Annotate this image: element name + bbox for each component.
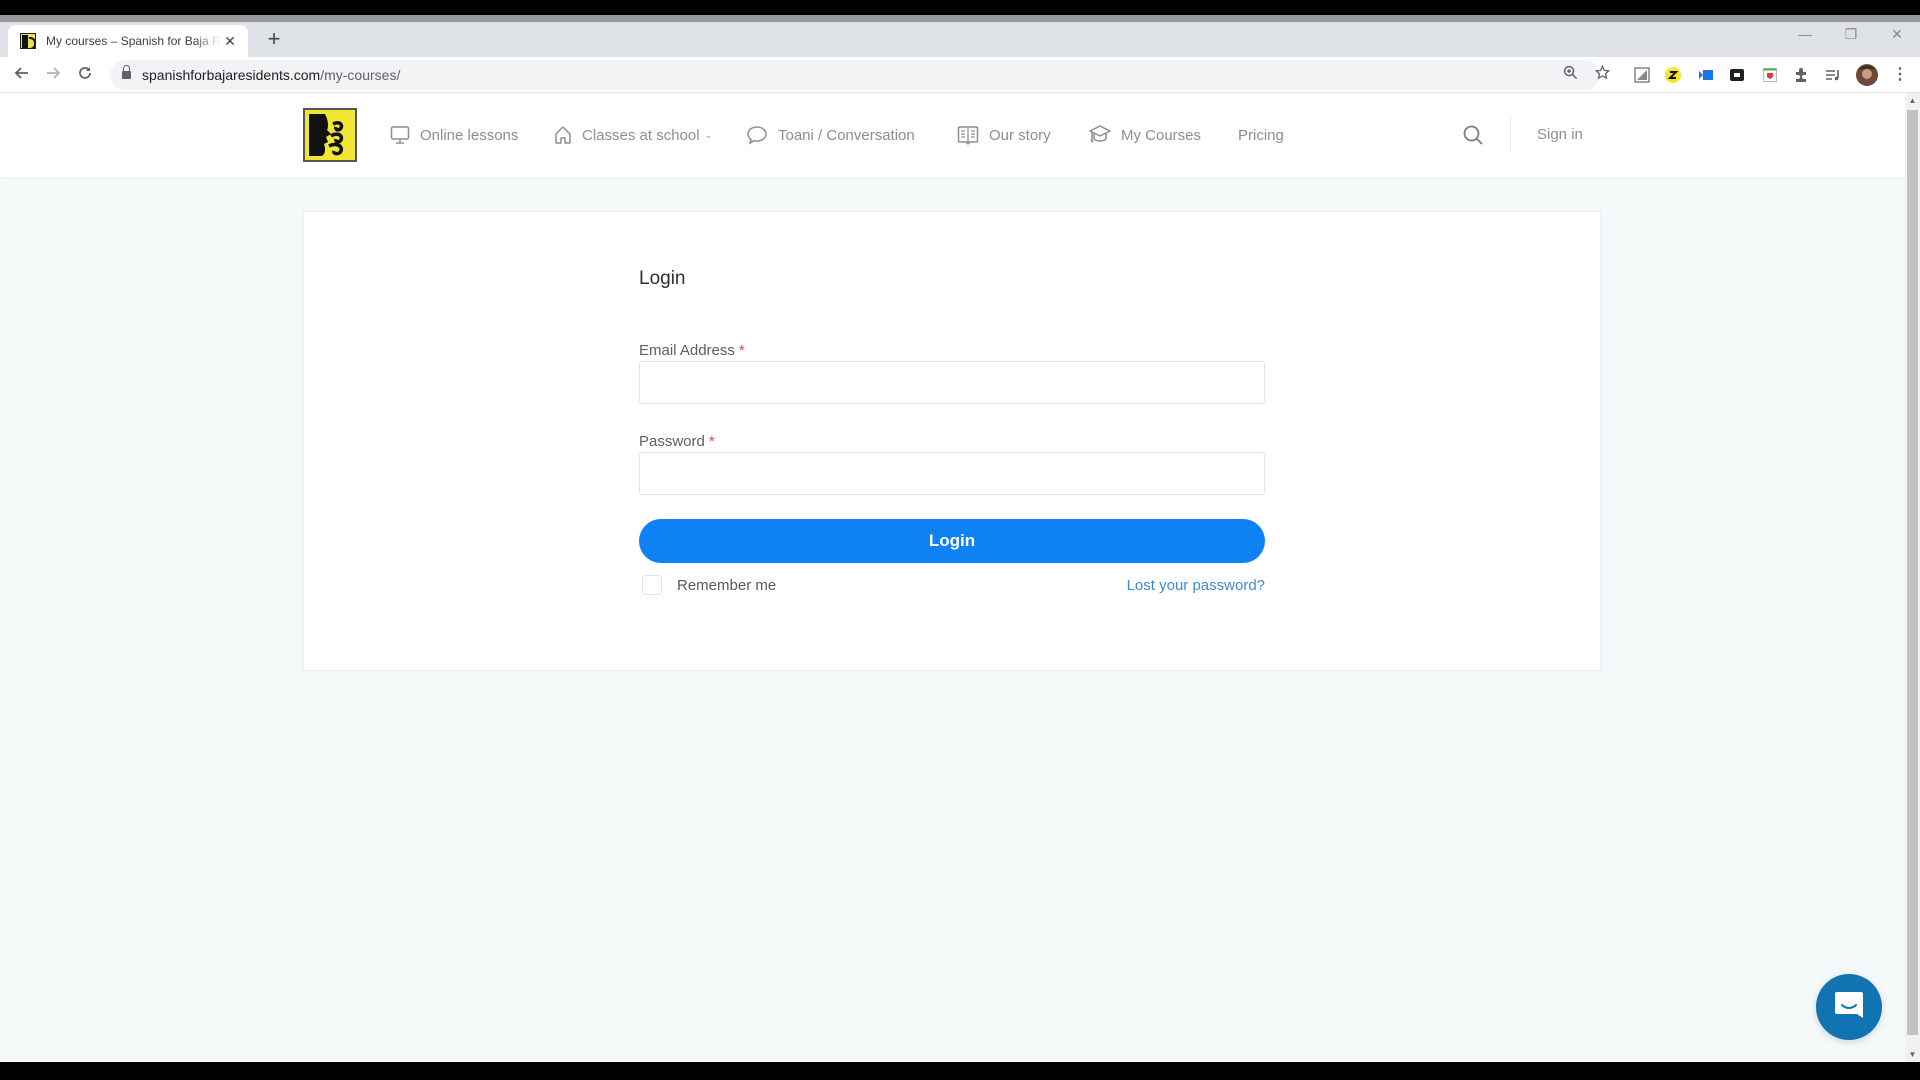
password-field[interactable] bbox=[639, 452, 1265, 495]
profile-avatar[interactable] bbox=[1856, 64, 1878, 86]
lock-icon bbox=[122, 65, 131, 79]
tab-strip: My courses – Spanish for Baja Residents … bbox=[0, 22, 1920, 57]
remember-me-label: Remember me bbox=[677, 576, 777, 594]
chat-bubble-icon bbox=[747, 126, 767, 145]
lost-password-link[interactable]: Lost your password? bbox=[1114, 577, 1265, 594]
login-card: Login Email Address * Password * Login Rem… bbox=[303, 211, 1601, 671]
url-domain: spanishforbajaresidents.com bbox=[142, 67, 321, 83]
remember-me[interactable]: Remember me bbox=[642, 575, 776, 595]
chevron-down-icon: ⌄ bbox=[704, 129, 713, 140]
nav-label: My Courses bbox=[1121, 126, 1202, 144]
login-heading: Login bbox=[639, 268, 686, 289]
required-marker: * bbox=[708, 433, 715, 450]
kebab-menu-icon[interactable]: ⋮ bbox=[1892, 63, 1908, 87]
email-label: Email Address * bbox=[639, 342, 745, 359]
nav-online-lessons[interactable]: Online lessons bbox=[390, 121, 518, 149]
back-arrow-icon[interactable] bbox=[9, 62, 35, 88]
url-path: /my-courses/ bbox=[320, 67, 401, 83]
password-label: Password * bbox=[639, 433, 715, 450]
screen-top-border bbox=[0, 0, 1920, 15]
chat-widget-button[interactable] bbox=[1816, 974, 1882, 1040]
new-tab-button[interactable]: + bbox=[262, 28, 286, 52]
dark-extension-icon[interactable] bbox=[1729, 67, 1745, 83]
red-extension-icon[interactable] bbox=[1762, 67, 1778, 83]
nav-our-story[interactable]: Our story bbox=[957, 121, 1051, 149]
nav-pricing[interactable]: Pricing bbox=[1238, 121, 1284, 149]
page-viewport: Online lessons Classes at school ⌄ Toani… bbox=[0, 93, 1905, 1062]
tab-title: My courses – Spanish for Baja Residents bbox=[46, 34, 221, 48]
forward-arrow-icon[interactable] bbox=[40, 62, 66, 88]
url-text[interactable]: spanishforbajaresidents.com/my-courses/ bbox=[142, 67, 400, 83]
minimize-button[interactable]: — bbox=[1790, 26, 1820, 42]
site-logo[interactable] bbox=[303, 108, 357, 162]
required-marker: * bbox=[738, 342, 745, 359]
browser-tab-active[interactable]: My courses – Spanish for Baja Residents … bbox=[8, 25, 248, 57]
monitor-icon bbox=[390, 126, 410, 144]
sign-in-link[interactable]: Sign in bbox=[1537, 126, 1583, 143]
scroll-up-arrow-icon[interactable]: ▲ bbox=[1905, 93, 1920, 108]
screen-bottom-border bbox=[0, 1062, 1920, 1080]
nav-label: Toani / Conversation bbox=[778, 126, 915, 144]
browser-toolbar: spanishforbajaresidents.com/my-courses/ … bbox=[0, 57, 1920, 93]
chat-icon bbox=[1835, 992, 1863, 1018]
email-field[interactable] bbox=[639, 361, 1265, 404]
media-control-icon[interactable] bbox=[1825, 67, 1841, 83]
window-close-button[interactable]: ✕ bbox=[1882, 26, 1912, 43]
bookmark-star-icon[interactable] bbox=[1592, 64, 1612, 84]
remember-me-checkbox[interactable] bbox=[642, 575, 662, 595]
reload-icon[interactable] bbox=[72, 62, 98, 88]
puzzle-extensions-icon[interactable] bbox=[1793, 67, 1809, 83]
address-bar[interactable]: spanishforbajaresidents.com/my-courses/ bbox=[110, 60, 1610, 90]
header-divider bbox=[1510, 117, 1511, 153]
nav-label: Pricing bbox=[1238, 126, 1284, 144]
site-header: Online lessons Classes at school ⌄ Toani… bbox=[0, 93, 1905, 177]
restore-button[interactable]: ❐ bbox=[1836, 26, 1866, 43]
password-label-text: Password bbox=[639, 433, 705, 450]
graduation-cap-icon bbox=[1089, 125, 1111, 143]
book-icon bbox=[957, 126, 979, 145]
zoom-icon[interactable] bbox=[1560, 65, 1580, 84]
vertical-scrollbar[interactable]: ▲ ▼ bbox=[1905, 93, 1920, 1062]
home-icon bbox=[555, 126, 571, 144]
search-icon[interactable] bbox=[1462, 124, 1484, 151]
nav-my-courses[interactable]: My Courses bbox=[1089, 121, 1201, 149]
nav-label: Our story bbox=[989, 126, 1051, 144]
z-extension-icon[interactable] bbox=[1665, 67, 1681, 83]
scrollbar-thumb[interactable] bbox=[1907, 110, 1918, 1035]
nav-classes-at-school[interactable]: Classes at school ⌄ bbox=[554, 121, 712, 149]
scroll-down-arrow-icon[interactable]: ▼ bbox=[1905, 1047, 1920, 1062]
nav-label: Classes at school bbox=[582, 126, 700, 144]
blue-extension-icon[interactable] bbox=[1698, 67, 1714, 83]
site-logo-icon bbox=[20, 33, 36, 49]
extension-icon[interactable] bbox=[1634, 67, 1650, 83]
login-button[interactable]: Login bbox=[639, 519, 1265, 563]
email-label-text: Email Address bbox=[639, 342, 735, 359]
close-tab-icon[interactable]: ✕ bbox=[222, 33, 238, 50]
nav-label: Online lessons bbox=[420, 126, 519, 144]
nav-toani-conversation[interactable]: Toani / Conversation bbox=[746, 121, 915, 149]
window-frame bbox=[0, 15, 1920, 22]
